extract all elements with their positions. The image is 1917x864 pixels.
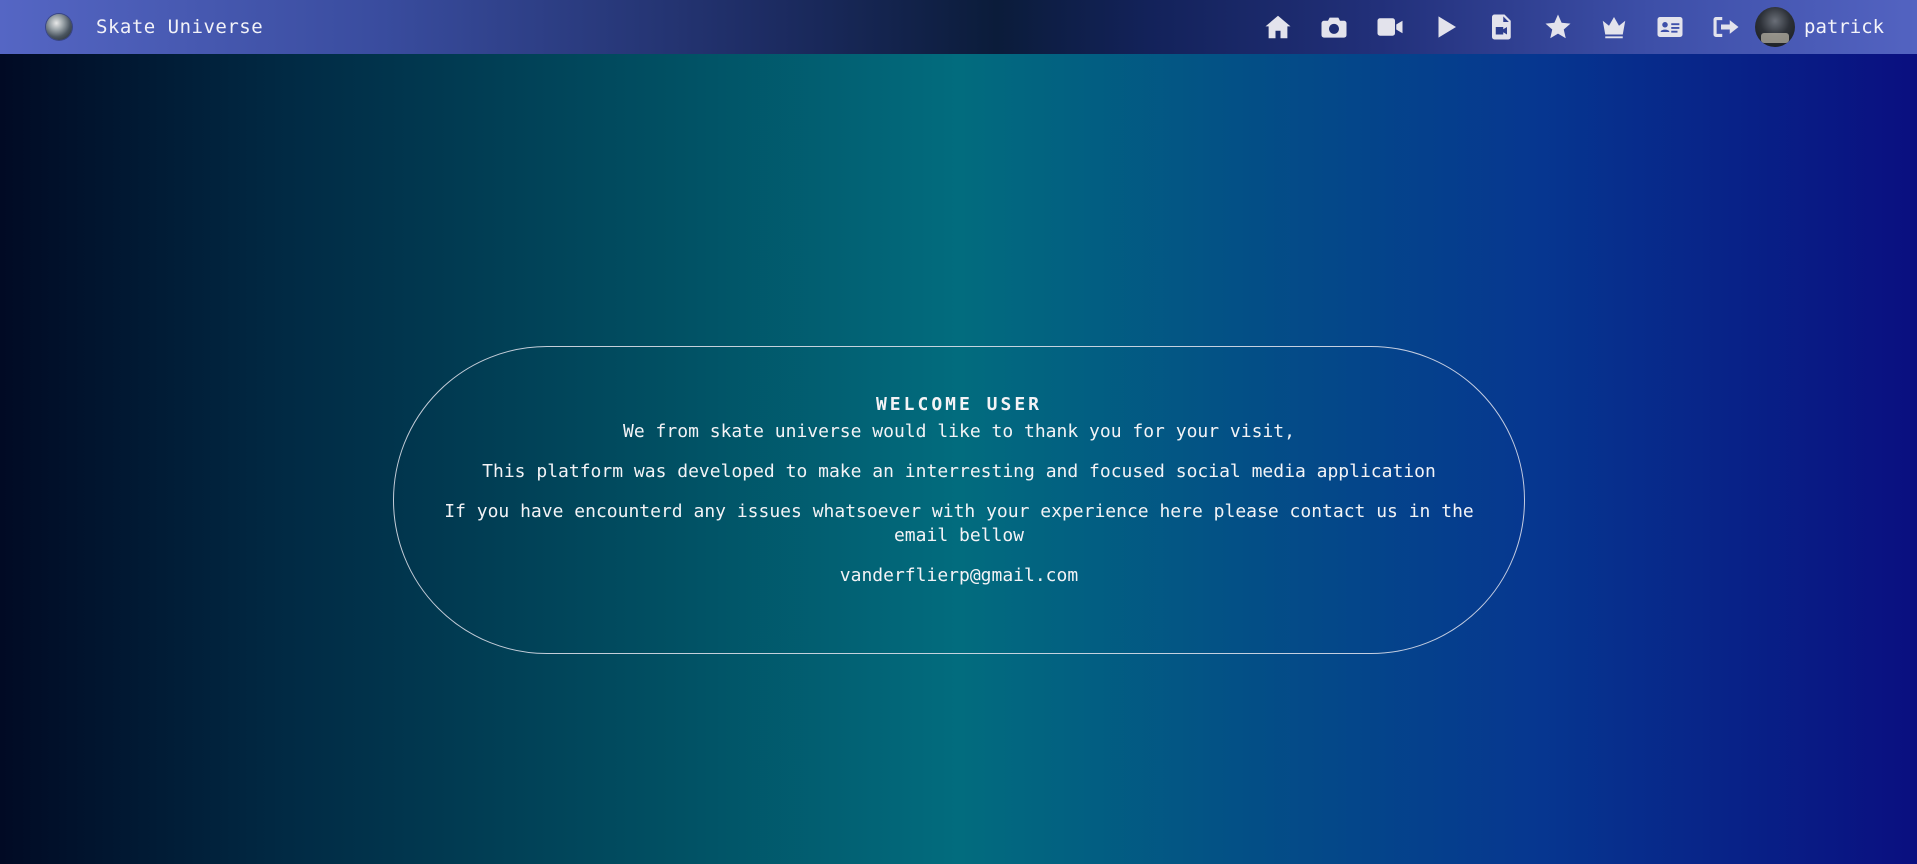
top-navbar: Skate Universe patrick bbox=[0, 0, 1917, 54]
crown-icon[interactable] bbox=[1598, 11, 1630, 43]
avatar[interactable] bbox=[1755, 7, 1795, 47]
contact-email[interactable]: vanderflierp@gmail.com bbox=[394, 564, 1524, 588]
welcome-card: WELCOME USER We from skate universe woul… bbox=[393, 346, 1525, 654]
nav-icon-bar bbox=[1262, 0, 1766, 54]
home-icon[interactable] bbox=[1262, 11, 1294, 43]
play-icon[interactable] bbox=[1430, 11, 1462, 43]
file-video-icon[interactable] bbox=[1486, 11, 1518, 43]
star-icon[interactable] bbox=[1542, 11, 1574, 43]
user-name[interactable]: patrick bbox=[1804, 16, 1884, 38]
brand-title[interactable]: Skate Universe bbox=[96, 16, 263, 38]
globe-logo-icon[interactable] bbox=[46, 14, 72, 40]
video-icon[interactable] bbox=[1374, 11, 1406, 43]
id-card-icon[interactable] bbox=[1654, 11, 1686, 43]
camera-icon[interactable] bbox=[1318, 11, 1350, 43]
welcome-line-thanks: We from skate universe would like to tha… bbox=[623, 421, 1295, 442]
sign-out-icon[interactable] bbox=[1710, 11, 1742, 43]
brand[interactable]: Skate Universe bbox=[46, 0, 263, 54]
welcome-line-contact: If you have encounterd any issues whatso… bbox=[444, 501, 1474, 546]
welcome-line-purpose: This platform was developed to make an i… bbox=[482, 461, 1436, 482]
user-profile[interactable]: patrick bbox=[1755, 7, 1884, 47]
welcome-title: WELCOME USER bbox=[875, 394, 1043, 415]
